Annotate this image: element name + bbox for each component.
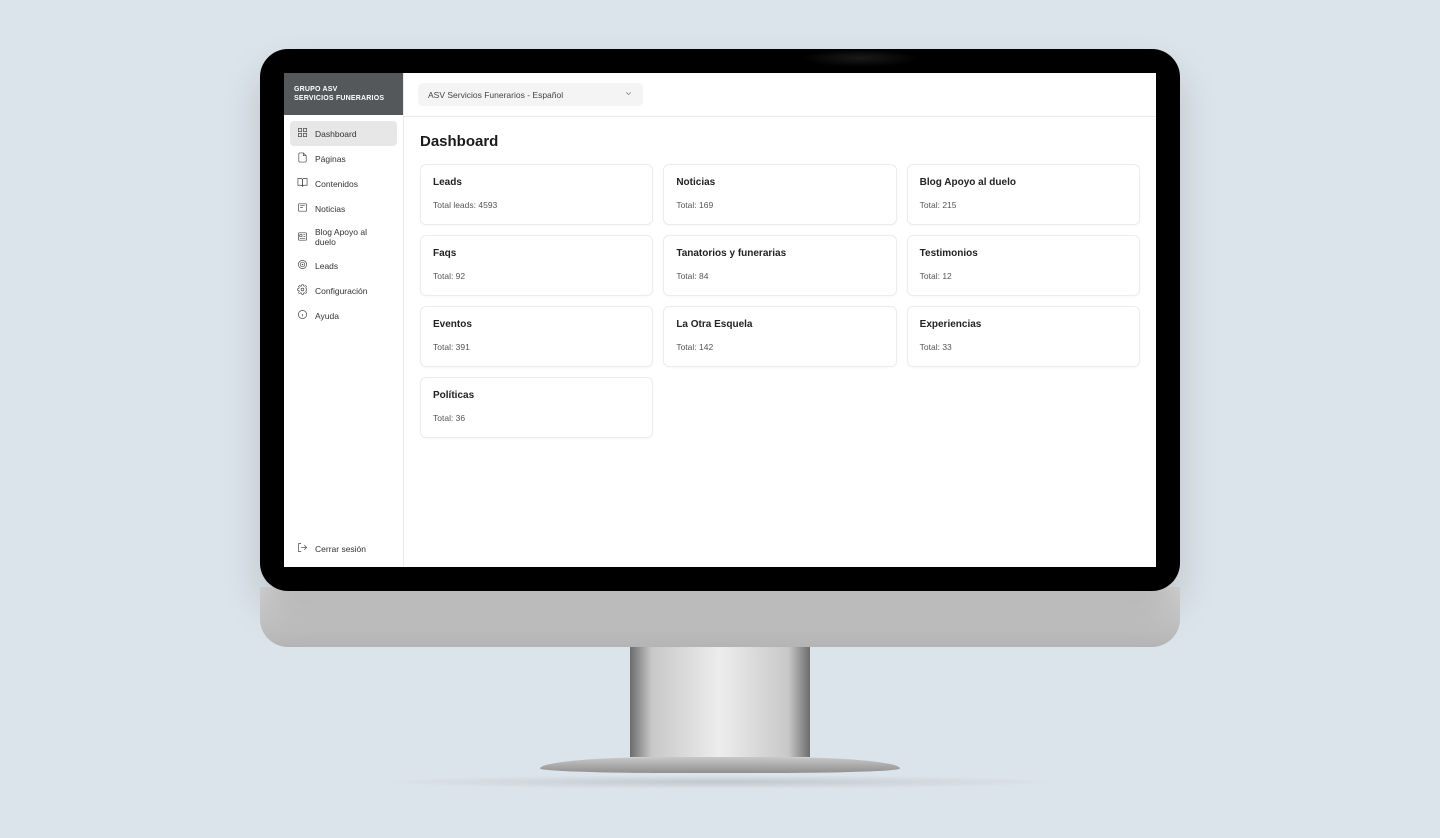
sidebar-item-label: Configuración [315, 286, 367, 296]
sidebar-item-label: Blog Apoyo al duelo [315, 227, 390, 247]
file-icon [297, 152, 308, 165]
brand-line2: SERVICIOS FUNERARIOS [294, 94, 393, 103]
sidebar-item-label: Noticias [315, 204, 345, 214]
content: Dashboard Leads Total leads: 4593 Noticias… [404, 117, 1156, 567]
page-title: Dashboard [420, 133, 1140, 150]
card-stat: Total: 12 [920, 271, 1127, 281]
site-selector-label: ASV Servicios Funerarios - Español [428, 90, 563, 100]
grid-icon [297, 127, 308, 140]
sidebar-item-leads[interactable]: Leads [290, 253, 397, 278]
site-selector[interactable]: ASV Servicios Funerarios - Español [418, 83, 643, 106]
dashboard-card[interactable]: Políticas Total: 36 [420, 377, 653, 438]
card-title: Experiencias [920, 319, 1127, 330]
card-title: La Otra Esquela [676, 319, 883, 330]
sidebar-item-label: Ayuda [315, 311, 339, 321]
camera-glare [800, 49, 920, 67]
sidebar-item-label: Contenidos [315, 179, 358, 189]
monitor-shadow [370, 775, 1070, 789]
sidebar: GRUPO ASV SERVICIOS FUNERARIOS Dashboard… [284, 73, 404, 567]
sidebar-item-contenidos[interactable]: Contenidos [290, 171, 397, 196]
dashboard-card[interactable]: La Otra Esquela Total: 142 [663, 306, 896, 367]
news-icon [297, 202, 308, 215]
dashboard-card[interactable]: Experiencias Total: 33 [907, 306, 1140, 367]
brand-line1: GRUPO ASV [294, 85, 393, 94]
sidebar-item-label: Páginas [315, 154, 346, 164]
dashboard-grid: Leads Total leads: 4593 Noticias Total: 169… [420, 164, 1140, 438]
info-icon [297, 309, 308, 322]
monitor-chin [260, 587, 1180, 647]
card-title: Blog Apoyo al duelo [920, 177, 1127, 188]
monitor-stand-foot [540, 757, 900, 773]
card-stat: Total: 391 [433, 342, 640, 352]
card-stat: Total: 92 [433, 271, 640, 281]
dashboard-card[interactable]: Noticias Total: 169 [663, 164, 896, 225]
dashboard-card[interactable]: Eventos Total: 391 [420, 306, 653, 367]
monitor-bezel: GRUPO ASV SERVICIOS FUNERARIOS Dashboard… [260, 49, 1180, 591]
card-stat: Total: 142 [676, 342, 883, 352]
dashboard-card[interactable]: Faqs Total: 92 [420, 235, 653, 296]
card-stat: Total: 215 [920, 200, 1127, 210]
sidebar-item-noticias[interactable]: Noticias [290, 196, 397, 221]
blog-icon [297, 231, 308, 244]
chevron-down-icon [624, 89, 633, 100]
monitor-mockup: GRUPO ASV SERVICIOS FUNERARIOS Dashboard… [260, 49, 1180, 789]
sidebar-item-label: Leads [315, 261, 338, 271]
gear-icon [297, 284, 308, 297]
card-title: Noticias [676, 177, 883, 188]
card-title: Políticas [433, 390, 640, 401]
topbar: ASV Servicios Funerarios - Español [404, 73, 1156, 117]
sidebar-nav: Dashboard Páginas Contenidos Noticias [284, 115, 403, 567]
main-area: ASV Servicios Funerarios - Español Dashb… [404, 73, 1156, 567]
book-icon [297, 177, 308, 190]
target-icon [297, 259, 308, 272]
sidebar-item-label: Cerrar sesión [315, 544, 366, 554]
app-screen: GRUPO ASV SERVICIOS FUNERARIOS Dashboard… [284, 73, 1156, 567]
sidebar-item-blog[interactable]: Blog Apoyo al duelo [290, 221, 397, 253]
sidebar-item-paginas[interactable]: Páginas [290, 146, 397, 171]
card-stat: Total: 84 [676, 271, 883, 281]
dashboard-card[interactable]: Blog Apoyo al duelo Total: 215 [907, 164, 1140, 225]
sidebar-item-label: Dashboard [315, 129, 357, 139]
dashboard-card[interactable]: Tanatorios y funerarias Total: 84 [663, 235, 896, 296]
card-stat: Total: 33 [920, 342, 1127, 352]
sidebar-item-configuracion[interactable]: Configuración [290, 278, 397, 303]
dashboard-card[interactable]: Leads Total leads: 4593 [420, 164, 653, 225]
sidebar-item-dashboard[interactable]: Dashboard [290, 121, 397, 146]
card-stat: Total: 36 [433, 413, 640, 423]
card-stat: Total leads: 4593 [433, 200, 640, 210]
brand-logo: GRUPO ASV SERVICIOS FUNERARIOS [284, 73, 403, 115]
card-title: Leads [433, 177, 640, 188]
sidebar-item-ayuda[interactable]: Ayuda [290, 303, 397, 328]
logout-icon [297, 542, 308, 555]
card-title: Faqs [433, 248, 640, 259]
card-title: Testimonios [920, 248, 1127, 259]
dashboard-card[interactable]: Testimonios Total: 12 [907, 235, 1140, 296]
monitor-stand-neck [630, 647, 810, 757]
card-title: Eventos [433, 319, 640, 330]
card-title: Tanatorios y funerarias [676, 248, 883, 259]
sidebar-item-logout[interactable]: Cerrar sesión [290, 536, 397, 561]
card-stat: Total: 169 [676, 200, 883, 210]
